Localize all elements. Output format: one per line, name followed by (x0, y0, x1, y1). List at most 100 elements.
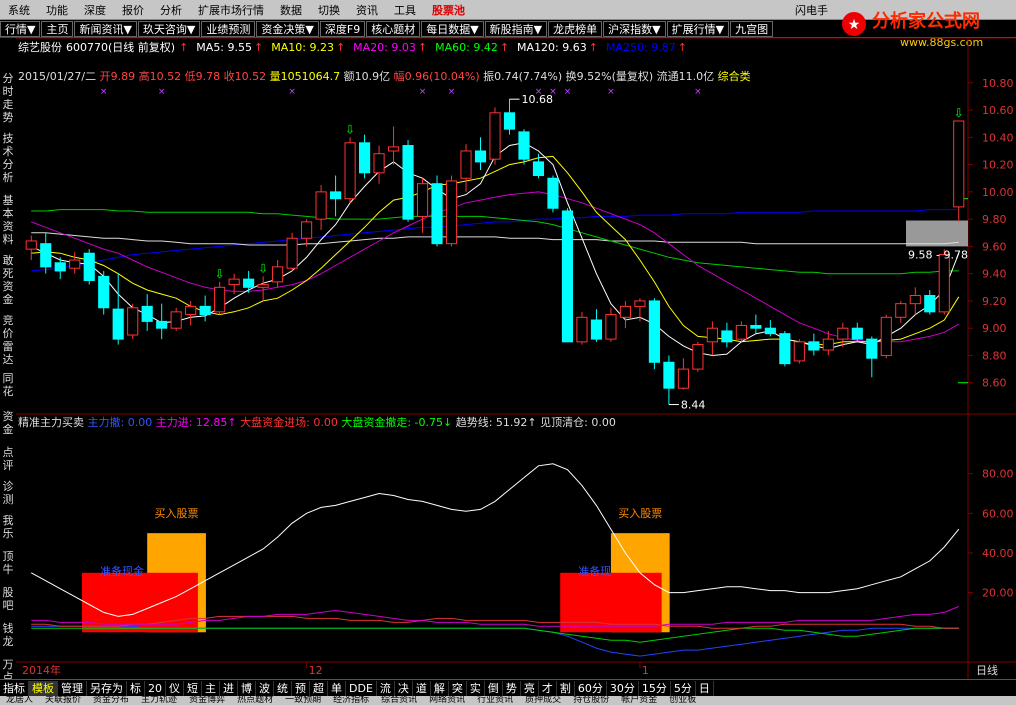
candle[interactable] (619, 300, 632, 329)
candle[interactable] (953, 120, 965, 222)
status-link[interactable]: 主力轨迹 (135, 696, 183, 705)
bottom-tab[interactable]: 5分 (671, 680, 696, 696)
candle[interactable] (98, 270, 110, 315)
candle[interactable] (895, 300, 907, 323)
bottom-tab[interactable]: 统 (274, 680, 292, 696)
candle[interactable] (924, 290, 936, 315)
bottom-tab[interactable]: 日 (696, 680, 714, 696)
menu-item[interactable]: 报价 (114, 2, 152, 18)
nav-tab[interactable]: 每日数据▼ (421, 20, 484, 37)
candle[interactable] (69, 251, 81, 274)
candle[interactable] (330, 175, 342, 217)
candle[interactable] (243, 270, 255, 293)
nav-tab[interactable]: 龙虎榜单 (548, 20, 603, 37)
menu-item[interactable]: 扩展市场行情 (190, 2, 272, 18)
status-link[interactable]: 热点题材 (231, 696, 279, 705)
candle[interactable] (808, 333, 820, 356)
candle[interactable] (677, 358, 689, 390)
sidebar-item[interactable]: 分时走势 (0, 72, 16, 124)
menu-item[interactable]: 深度 (76, 2, 114, 18)
candle[interactable] (489, 107, 501, 165)
status-link[interactable]: 行业资讯 (471, 696, 519, 705)
bottom-tab[interactable]: 道 (413, 680, 431, 696)
candle[interactable] (112, 273, 124, 345)
candle[interactable] (909, 287, 921, 315)
candle[interactable] (127, 303, 139, 340)
candle[interactable] (851, 322, 863, 342)
sidebar-item[interactable]: 我乐 (0, 514, 16, 540)
status-link[interactable]: 综合资讯 (375, 696, 423, 705)
candle[interactable] (721, 322, 733, 348)
candle[interactable] (416, 178, 429, 233)
sidebar-item[interactable]: 技术分析 (0, 132, 16, 184)
bottom-tab[interactable]: 超 (310, 680, 328, 696)
candle[interactable] (460, 144, 472, 192)
nav-tab[interactable]: 业绩预测 (201, 20, 256, 37)
status-link[interactable]: 质押成交 (519, 696, 567, 705)
menu-item[interactable]: 资讯 (348, 2, 386, 18)
sidebar-item[interactable]: 竞价雷达 (0, 314, 16, 366)
nav-tab[interactable]: 深度F9 (319, 20, 366, 37)
status-link[interactable]: 关联报价 (39, 696, 87, 705)
bottom-tab[interactable]: 决 (395, 680, 413, 696)
candle[interactable] (141, 294, 153, 331)
candle[interactable] (648, 298, 660, 370)
candle[interactable] (431, 175, 443, 247)
candle[interactable] (257, 276, 269, 301)
candle[interactable] (663, 355, 675, 405)
bottom-tab[interactable]: 进 (220, 680, 238, 696)
period-label[interactable]: 日线 (976, 663, 998, 677)
sidebar-item[interactable]: 钱龙 (0, 622, 16, 648)
status-link[interactable]: 持仓股份 (567, 696, 615, 705)
candle[interactable] (272, 260, 284, 288)
bottom-tab[interactable]: 短 (184, 680, 202, 696)
candle[interactable] (445, 175, 458, 247)
candle[interactable] (590, 309, 603, 342)
nav-tab[interactable]: 玖天咨询▼ (137, 20, 201, 37)
candle[interactable] (576, 311, 588, 345)
sidebar-item[interactable]: 股吧 (0, 586, 16, 612)
status-link[interactable]: 一致预期 (279, 696, 327, 705)
bottom-tab[interactable]: 预 (292, 680, 310, 696)
menu-item[interactable]: 切换 (310, 2, 348, 18)
bottom-tab[interactable]: 割 (557, 680, 575, 696)
bottom-tab[interactable]: 仪 (166, 680, 184, 696)
candle[interactable] (301, 219, 313, 247)
flash-trade-menu[interactable]: 闪电手 (787, 2, 836, 18)
candle[interactable] (880, 314, 892, 359)
nav-tab[interactable]: 沪深指数▼ (603, 20, 666, 37)
menu-item[interactable]: 系统 (0, 2, 38, 18)
sidebar-item[interactable]: 顶牛 (0, 550, 16, 576)
candle[interactable] (358, 134, 371, 179)
bottom-tab[interactable]: 流 (377, 680, 395, 696)
bottom-tab[interactable]: 突 (449, 680, 467, 696)
nav-tab[interactable]: 九宫图 (730, 20, 774, 37)
bottom-tab[interactable]: 解 (431, 680, 449, 696)
candle[interactable] (83, 249, 95, 285)
bottom-tab[interactable]: 势 (503, 680, 521, 696)
status-link[interactable]: 资金分布 (87, 696, 135, 705)
candle[interactable] (170, 307, 182, 331)
candle[interactable] (344, 137, 356, 203)
candle[interactable] (474, 137, 487, 171)
bottom-tab[interactable]: 实 (467, 680, 485, 696)
candle[interactable] (605, 307, 617, 342)
bottom-tab[interactable]: 标 (127, 680, 145, 696)
candle[interactable] (503, 99, 516, 135)
nav-tab[interactable]: 扩展行情▼ (666, 20, 730, 37)
sidebar-item[interactable]: 敢死资金 (0, 254, 16, 306)
candle[interactable] (750, 314, 762, 334)
candle[interactable] (214, 281, 226, 315)
candle[interactable] (402, 140, 414, 222)
menu-item[interactable]: 数据 (272, 2, 310, 18)
candle[interactable] (40, 232, 52, 274)
candle[interactable] (735, 321, 747, 342)
candle[interactable] (387, 126, 400, 165)
candle[interactable] (25, 235, 37, 261)
sidebar-item[interactable]: 资金 (0, 410, 16, 436)
candle[interactable] (793, 339, 805, 364)
bottom-tab[interactable]: 才 (539, 680, 557, 696)
bottom-tab[interactable]: 30分 (607, 680, 639, 696)
candle[interactable] (692, 341, 704, 372)
status-link[interactable]: 帐户资金 (615, 696, 663, 705)
